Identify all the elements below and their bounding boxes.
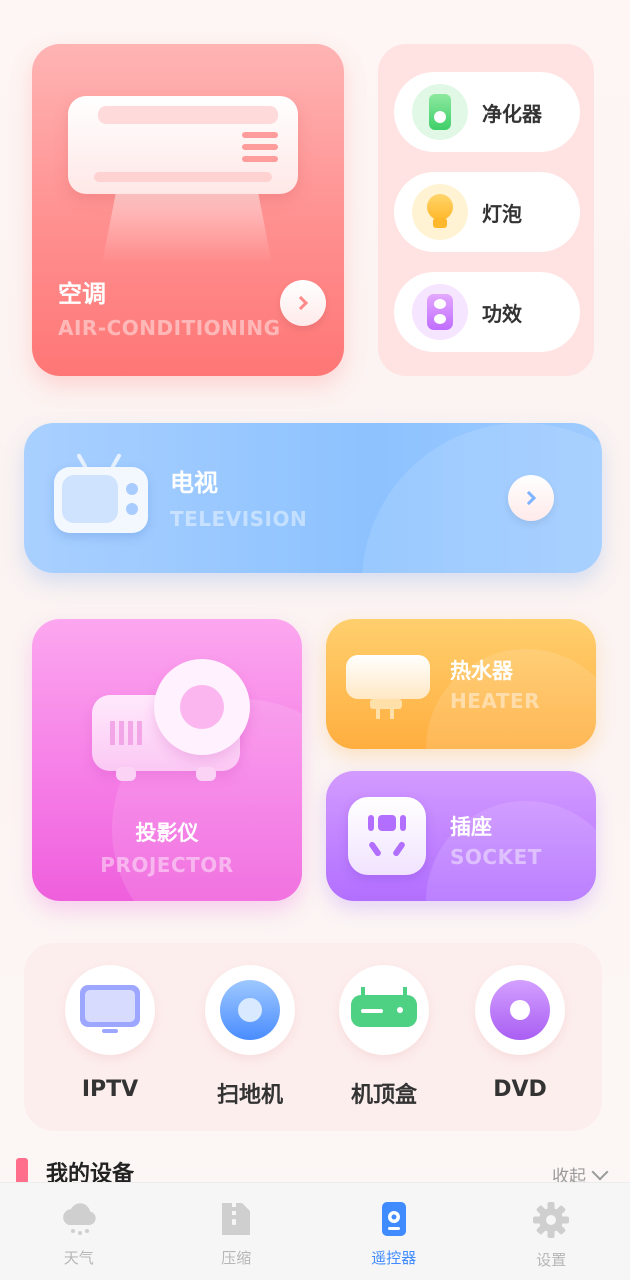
chevron-right-icon bbox=[293, 295, 309, 311]
projector-card[interactable]: 投影仪 PROJECTOR bbox=[32, 619, 302, 901]
heater-title: 热水器 bbox=[450, 659, 513, 683]
quick-item-label: 机顶盒 bbox=[350, 1083, 417, 1108]
set-top-box-icon bbox=[339, 965, 429, 1055]
socket-title: 插座 bbox=[450, 815, 492, 839]
bottom-tab-bar: 天气 压缩 遥控器 设置 bbox=[0, 1182, 630, 1280]
dvd-icon bbox=[475, 965, 565, 1055]
tab-label: 设置 bbox=[536, 1251, 567, 1269]
projector-subtitle: PROJECTOR bbox=[100, 853, 234, 877]
tab-settings[interactable]: 设置 bbox=[473, 1183, 630, 1280]
heater-subtitle: HEATER bbox=[450, 689, 541, 713]
mini-item-label: 灯泡 bbox=[482, 201, 522, 226]
airflow-decoration bbox=[102, 194, 272, 264]
tab-label: 遥控器 bbox=[371, 1249, 417, 1267]
mini-item-amplifier[interactable]: 功效 bbox=[394, 272, 580, 352]
tab-label: 压缩 bbox=[221, 1249, 252, 1267]
quick-device-panel: IPTV 扫地机 机顶盒 DVD bbox=[24, 943, 602, 1131]
tab-remote[interactable]: 遥控器 bbox=[315, 1183, 473, 1280]
mini-item-label: 净化器 bbox=[482, 101, 542, 126]
projector-title: 投影仪 bbox=[135, 821, 199, 845]
amplifier-icon bbox=[412, 284, 468, 340]
television-icon bbox=[54, 453, 148, 543]
mini-device-panel: 净化器 灯泡 功效 bbox=[378, 44, 594, 376]
socket-icon bbox=[348, 797, 426, 875]
gear-icon bbox=[533, 1202, 570, 1238]
iptv-icon bbox=[65, 965, 155, 1055]
ac-arrow-button[interactable] bbox=[280, 280, 326, 326]
projector-icon bbox=[92, 659, 252, 789]
section-marker bbox=[16, 1158, 28, 1184]
tab-compress[interactable]: 压缩 bbox=[158, 1183, 316, 1280]
mini-item-bulb[interactable]: 灯泡 bbox=[394, 172, 580, 252]
air-purifier-icon bbox=[412, 84, 468, 140]
tv-title: 电视 bbox=[170, 469, 218, 497]
quick-item-robot-vacuum[interactable]: 扫地机 bbox=[202, 965, 298, 1109]
quick-item-iptv[interactable]: IPTV bbox=[62, 965, 158, 1102]
tab-weather[interactable]: 天气 bbox=[0, 1183, 158, 1280]
tv-arrow-button[interactable] bbox=[508, 475, 554, 521]
robot-vacuum-icon bbox=[205, 965, 295, 1055]
heater-card[interactable]: 热水器 HEATER bbox=[326, 619, 596, 749]
quick-item-label: IPTV bbox=[81, 1077, 139, 1102]
socket-subtitle: SOCKET bbox=[450, 845, 542, 869]
chevron-right-icon bbox=[521, 490, 537, 506]
ac-subtitle: AIR-CONDITIONING bbox=[58, 316, 281, 340]
weather-cloud-icon bbox=[62, 1203, 96, 1235]
quick-item-dvd[interactable]: DVD bbox=[472, 965, 568, 1102]
mini-item-label: 功效 bbox=[482, 301, 522, 326]
quick-item-label: 扫地机 bbox=[216, 1083, 283, 1108]
water-heater-icon bbox=[346, 655, 430, 721]
tab-label: 天气 bbox=[63, 1249, 94, 1267]
ac-title: 空调 bbox=[58, 280, 106, 308]
air-conditioner-card[interactable]: 空调 AIR-CONDITIONING bbox=[32, 44, 344, 376]
light-bulb-icon bbox=[412, 184, 468, 240]
tv-subtitle: TELEVISION bbox=[170, 507, 308, 531]
air-conditioner-icon bbox=[68, 96, 298, 194]
television-card[interactable]: 电视 TELEVISION bbox=[24, 423, 602, 573]
socket-card[interactable]: 插座 SOCKET bbox=[326, 771, 596, 901]
chevron-down-icon bbox=[591, 1163, 609, 1180]
mini-item-purifier[interactable]: 净化器 bbox=[394, 72, 580, 152]
zip-file-icon bbox=[222, 1203, 251, 1235]
quick-item-label: DVD bbox=[493, 1077, 547, 1102]
quick-item-set-top-box[interactable]: 机顶盒 bbox=[336, 965, 432, 1109]
remote-control-icon bbox=[381, 1202, 406, 1236]
